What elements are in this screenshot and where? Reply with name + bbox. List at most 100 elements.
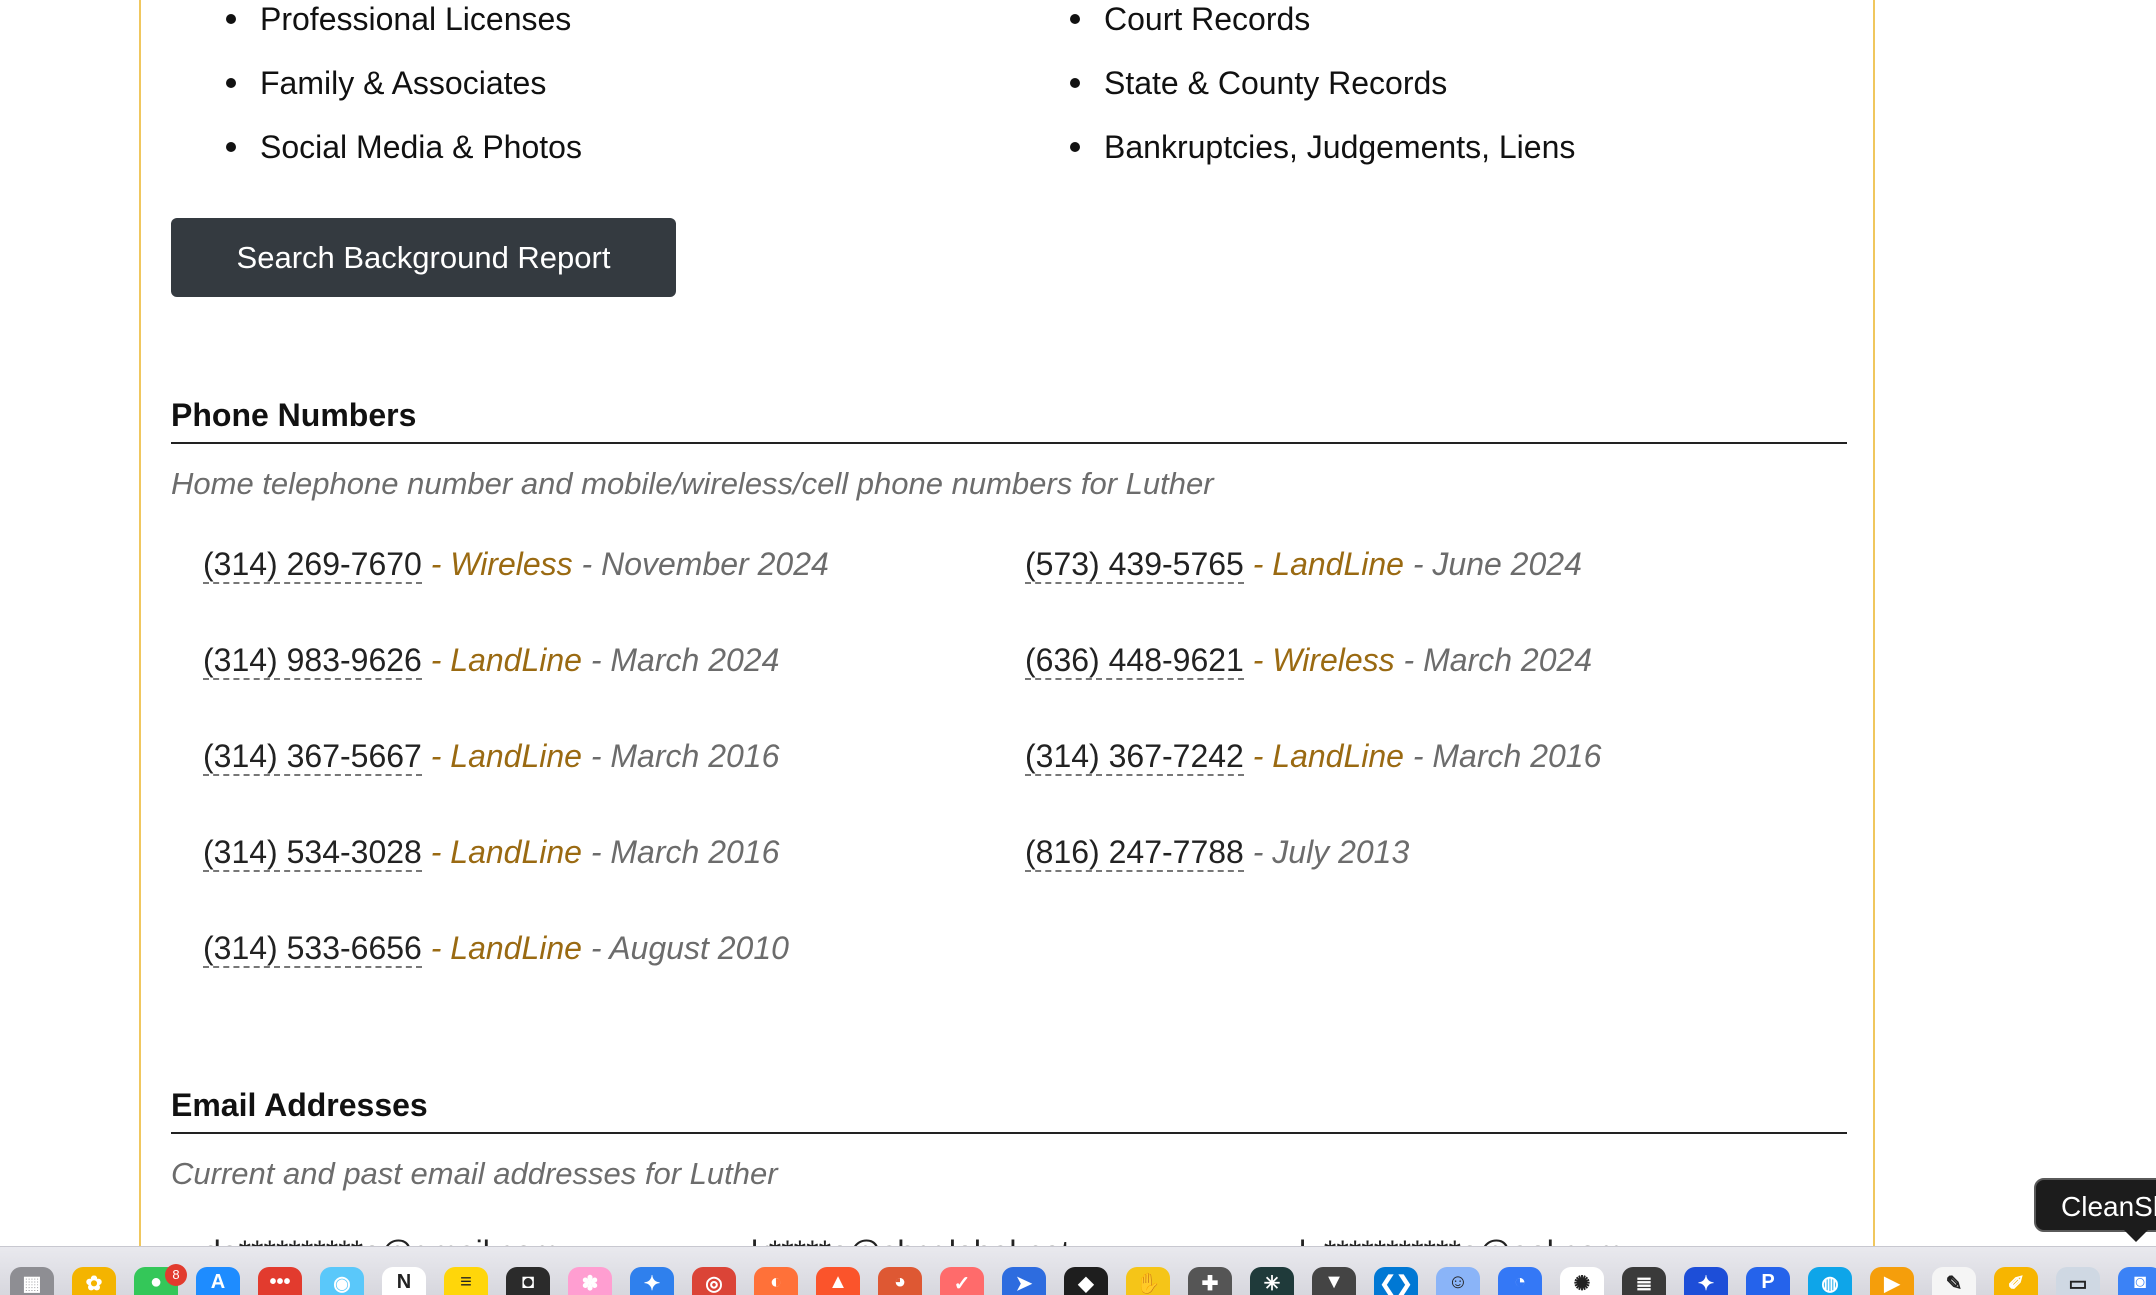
phone-date: - November 2024 (572, 546, 829, 582)
phone-number-link[interactable]: (816) 247-7788 (1025, 834, 1244, 872)
phone-date-label: June 2024 (1432, 546, 1582, 582)
openai-icon[interactable]: ✺ (1560, 1267, 1604, 1295)
phone-type: - LandLine (1243, 738, 1404, 774)
phone-date: - March 2016 (1403, 738, 1602, 774)
phone-date: - March 2016 (581, 834, 780, 870)
perplexity-icon[interactable]: ✳ (1250, 1267, 1294, 1295)
chrome-icon[interactable]: ◎ (692, 1267, 736, 1295)
bear-icon[interactable]: ▼ (1312, 1267, 1356, 1295)
phone-entry: (816) 247-7788 - July 2013 (1025, 832, 1409, 872)
writer-app-icon[interactable]: ≣ (1622, 1267, 1666, 1295)
hand-app-icon[interactable]: ✋ (1126, 1267, 1170, 1295)
phone-date-label: March 2024 (1423, 642, 1593, 678)
email-addresses-description: Current and past email addresses for Lut… (171, 1156, 778, 1191)
app-store-icon[interactable]: A (196, 1267, 240, 1295)
figma-icon[interactable]: ◆ (1064, 1267, 1108, 1295)
feature-item: Family & Associates (226, 64, 582, 128)
phone-entry: (314) 983-9626 - LandLine - March 2024 (203, 640, 779, 680)
phone-number-link[interactable]: (314) 533-6656 (203, 930, 422, 968)
phone-number-link[interactable]: (314) 534-3028 (203, 834, 422, 872)
phone-entry: (314) 269-7670 - Wireless - November 202… (203, 544, 829, 584)
feature-list-right: Court Records State & County Records Ban… (1070, 0, 1575, 192)
phone-type: - Wireless (1243, 642, 1395, 678)
phone-number-link[interactable]: (314) 367-5667 (203, 738, 422, 776)
macos-dock: ▦ ✿ ● A ••• ◉ N ≡ ◘ ✽ ✦ ◎ ◐ ▲ ◕ ✓ ➤ ◆ ✋ ✚ ✳ ▼ ❮❯ ☺ ◔ ✺ ≣ ✦ P ◍ ▶ ✎ ✐ ▭ ◙ (0, 1246, 2156, 1295)
phone-numbers-description: Home telephone number and mobile/wireles… (171, 466, 1214, 501)
phone-type: - LandLine (421, 642, 582, 678)
phone-date-label: March 2024 (610, 642, 780, 678)
robot-icon[interactable]: ◘ (506, 1267, 550, 1295)
phone-date: - June 2024 (1403, 546, 1582, 582)
phone-type-label: LandLine (1272, 738, 1404, 774)
screenshot-app-icon[interactable]: ◙ (2118, 1267, 2156, 1295)
duckduckgo-icon[interactable]: ◕ (878, 1267, 922, 1295)
firefox-icon[interactable]: ◐ (754, 1267, 798, 1295)
phone-date-label: July 2013 (1272, 834, 1410, 870)
phone-number-link[interactable]: (314) 367-7242 (1025, 738, 1244, 776)
proxyman-icon[interactable]: P (1746, 1267, 1790, 1295)
phone-number-link[interactable]: (636) 448-9621 (1025, 642, 1244, 680)
phone-number-link[interactable]: (314) 983-9626 (203, 642, 422, 680)
feature-item: Professional Licenses (226, 0, 582, 64)
safari-icon[interactable]: ✦ (630, 1267, 674, 1295)
launchpad-icon[interactable]: ▦ (10, 1267, 54, 1295)
phone-entry: (573) 439-5765 - LandLine - June 2024 (1025, 544, 1582, 584)
phone-type: - LandLine (421, 738, 582, 774)
phone-type-label: LandLine (450, 834, 582, 870)
phone-type-label: Wireless (450, 546, 573, 582)
feature-item: State & County Records (1070, 64, 1575, 128)
pin-app-icon[interactable]: ✦ (1684, 1267, 1728, 1295)
tasks-icon[interactable]: ✓ (940, 1267, 984, 1295)
phone-type: - LandLine (1243, 546, 1404, 582)
flower-app-icon[interactable]: ✽ (568, 1267, 612, 1295)
phone-date: - March 2016 (581, 738, 780, 774)
arrow-app-icon[interactable]: ➤ (1002, 1267, 1046, 1295)
finder-icon[interactable]: ☺ (1436, 1267, 1480, 1295)
phone-date: - July 2013 (1243, 834, 1410, 870)
notion-icon[interactable]: N (382, 1267, 426, 1295)
notes-icon[interactable]: ≡ (444, 1267, 488, 1295)
phone-type: - LandLine (421, 834, 582, 870)
phone-date: - March 2024 (1394, 642, 1593, 678)
phone-entry: (314) 367-7242 - LandLine - March 2016 (1025, 736, 1601, 776)
phone-entry: (314) 367-5667 - LandLine - March 2016 (203, 736, 779, 776)
maps-icon[interactable]: ◉ (320, 1267, 364, 1295)
phone-date-label: March 2016 (610, 834, 780, 870)
photos-icon[interactable]: ✿ (72, 1267, 116, 1295)
feature-list-left: Professional Licenses Family & Associate… (226, 0, 582, 192)
phone-date: - March 2024 (581, 642, 780, 678)
textedit-icon[interactable]: ✎ (1932, 1267, 1976, 1295)
phone-number-link[interactable]: (314) 269-7670 (203, 546, 422, 584)
phone-date-label: March 2016 (610, 738, 780, 774)
phone-date-label: March 2016 (1432, 738, 1602, 774)
feature-item: Bankruptcies, Judgements, Liens (1070, 128, 1575, 192)
search-background-report-button[interactable]: Search Background Report (171, 218, 676, 297)
preview-icon[interactable]: ▭ (2056, 1267, 2100, 1295)
brave-icon[interactable]: ▲ (816, 1267, 860, 1295)
phone-date-label: November 2024 (601, 546, 829, 582)
phone-date: - August 2010 (581, 930, 789, 966)
browser-app-icon[interactable]: ◍ (1808, 1267, 1852, 1295)
vscode-icon[interactable]: ❮❯ (1374, 1267, 1418, 1295)
more-icon[interactable]: ••• (258, 1267, 302, 1295)
feature-item: Court Records (1070, 0, 1575, 64)
phone-type-label: LandLine (450, 930, 582, 966)
phone-numbers-title: Phone Numbers (171, 397, 1847, 444)
phone-entry: (636) 448-9621 - Wireless - March 2024 (1025, 640, 1592, 680)
notification-badge: 8 (165, 1264, 187, 1286)
phone-entry: (314) 534-3028 - LandLine - March 2016 (203, 832, 779, 872)
pencil-app-icon[interactable]: ✐ (1994, 1267, 2038, 1295)
phone-type-label: LandLine (450, 642, 582, 678)
phone-number-link[interactable]: (573) 439-5765 (1025, 546, 1244, 584)
email-addresses-title: Email Addresses (171, 1087, 1847, 1134)
phone-type-label: Wireless (1272, 642, 1395, 678)
tool-app-icon[interactable]: ✚ (1188, 1267, 1232, 1295)
chat-app-icon[interactable]: ◔ (1498, 1267, 1542, 1295)
player-app-icon[interactable]: ▶ (1870, 1267, 1914, 1295)
phone-type-label: LandLine (450, 738, 582, 774)
dock-tooltip: CleanShot (2034, 1178, 2156, 1232)
phone-entry: (314) 533-6656 - LandLine - August 2010 (203, 928, 789, 968)
feature-item: Social Media & Photos (226, 128, 582, 192)
tooltip-pointer (2124, 1230, 2148, 1242)
phone-type: - Wireless (421, 546, 573, 582)
